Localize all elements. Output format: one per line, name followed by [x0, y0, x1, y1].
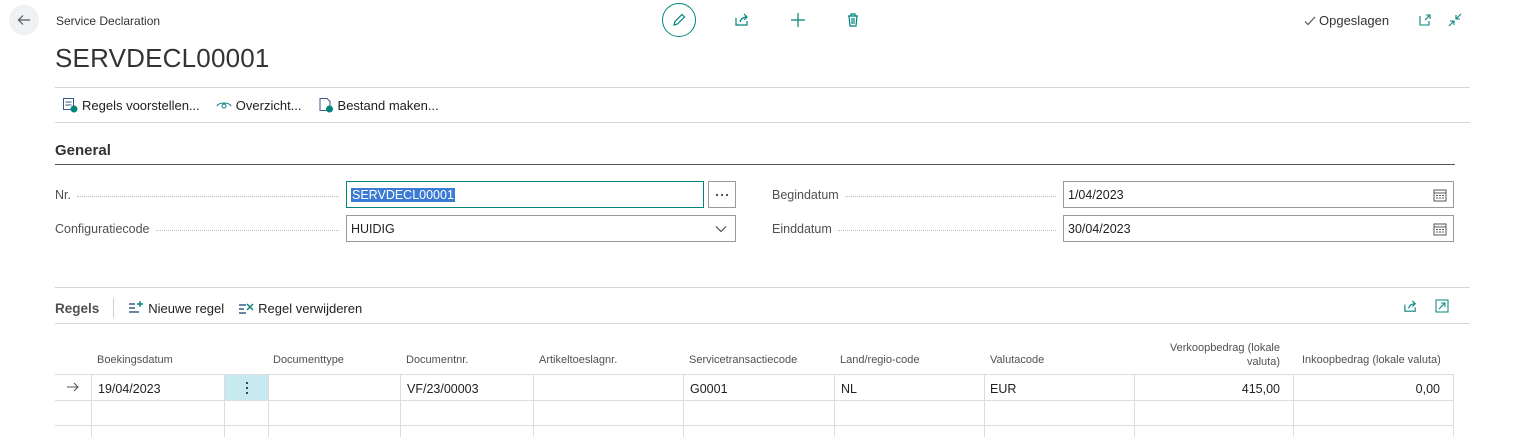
divider	[55, 323, 1470, 324]
nr-label: Nr.	[55, 188, 345, 202]
configuratiecode-select[interactable]: HUIDIG	[346, 215, 736, 242]
more-vertical-icon	[245, 381, 248, 394]
trash-icon	[848, 13, 858, 27]
cell-inkoopbedrag[interactable]: 0,00	[1300, 382, 1440, 396]
col-verkoopbedrag[interactable]: Verkoopbedrag (lokale valuta)	[1150, 341, 1280, 369]
lines-toolbar: Regels Nieuwe regel Regel verwijderen	[55, 298, 362, 318]
overview-label: Overzicht...	[235, 97, 302, 113]
open-in-new-icon	[1419, 14, 1431, 26]
delete-line-icon	[239, 303, 254, 314]
begindatum-value: 1/04/2023	[1068, 187, 1124, 202]
lines-expand-button[interactable]	[1434, 298, 1450, 314]
configuratiecode-label: Configuratiecode	[55, 222, 345, 236]
begindatum-input[interactable]: 1/04/2023	[1063, 181, 1454, 208]
divider	[55, 87, 1470, 88]
saved-status: Opgeslagen	[1303, 13, 1389, 28]
nr-assist-button[interactable]	[708, 181, 736, 208]
open-new-window-button[interactable]	[1417, 12, 1433, 28]
col-boekingsdatum[interactable]: Boekingsdatum	[97, 354, 173, 366]
col-landregio[interactable]: Land/regio-code	[840, 354, 920, 366]
delete-line-label: Regel verwijderen	[258, 300, 363, 316]
suggest-lines-label: Regels voorstellen...	[82, 97, 200, 113]
share-button[interactable]	[732, 10, 752, 30]
collapse-icon	[1448, 13, 1462, 27]
collapse-button[interactable]	[1447, 12, 1463, 28]
eye-icon	[216, 102, 232, 109]
section-underline	[55, 164, 1455, 165]
window-controls	[1417, 12, 1463, 28]
divider	[55, 122, 1470, 123]
saved-status-label: Opgeslagen	[1319, 13, 1390, 28]
row-actions-button[interactable]	[225, 375, 268, 400]
einddatum-input[interactable]: 30/04/2023	[1063, 215, 1454, 242]
back-button[interactable]	[9, 5, 39, 35]
col-documenttype[interactable]: Documenttype	[273, 354, 344, 366]
suggest-lines-action[interactable]: Regels voorstellen...	[62, 97, 200, 113]
delete-line-action[interactable]: Regel verwijderen	[238, 300, 362, 316]
col-valutacode[interactable]: Valutacode	[990, 354, 1044, 366]
col-documentnr[interactable]: Documentnr.	[406, 354, 468, 366]
pencil-icon	[673, 13, 686, 26]
current-row-arrow-icon	[67, 382, 79, 392]
new-line-icon	[129, 301, 144, 313]
expand-icon	[1435, 299, 1449, 313]
begindatum-label: Begindatum	[772, 188, 1062, 202]
lines-right-tools	[1402, 298, 1450, 314]
col-servicetransactiecode[interactable]: Servicetransactiecode	[689, 354, 797, 366]
calendar-icon[interactable]	[1433, 222, 1447, 236]
create-file-action[interactable]: Bestand maken...	[318, 97, 439, 113]
delete-button[interactable]	[843, 10, 863, 30]
page-caption: Service Declaration	[56, 14, 161, 28]
cell-boekingsdatum[interactable]: 19/04/2023	[98, 382, 161, 396]
cell-servicetransactiecode[interactable]: G0001	[690, 382, 728, 396]
plus-icon	[791, 13, 805, 27]
top-toolbar	[662, 3, 863, 37]
more-ellipsis-icon	[715, 193, 729, 196]
suggest-lines-icon	[63, 98, 78, 113]
lines-title[interactable]: Regels	[55, 301, 99, 316]
cell-verkoopbedrag[interactable]: 415,00	[1140, 382, 1280, 396]
share-icon	[1403, 299, 1416, 312]
einddatum-label: Einddatum	[772, 222, 1062, 236]
cell-landregio[interactable]: NL	[841, 382, 857, 396]
arrow-left-icon	[17, 15, 30, 25]
page-title: SERVDECL00001	[55, 43, 270, 73]
configuratiecode-value: HUIDIG	[351, 221, 395, 236]
new-line-action[interactable]: Nieuwe regel	[128, 300, 224, 316]
new-line-label: Nieuwe regel	[148, 300, 225, 316]
col-inkoopbedrag[interactable]: Inkoopbedrag (lokale valuta)	[1302, 354, 1441, 366]
divider	[55, 287, 1470, 288]
nr-input[interactable]: SERVDECL00001	[346, 181, 704, 208]
chevron-down-icon	[715, 225, 727, 232]
col-artikeltoeslagnr[interactable]: Artikeltoeslagnr.	[539, 354, 617, 366]
general-section-title: General	[55, 142, 111, 159]
cell-documentnr[interactable]: VF/23/00003	[407, 382, 479, 396]
edit-button[interactable]	[662, 3, 696, 37]
overview-action[interactable]: Overzicht...	[216, 97, 302, 113]
nr-value: SERVDECL00001	[351, 187, 455, 202]
create-file-label: Bestand maken...	[337, 97, 439, 113]
action-bar: Regels voorstellen... Overzicht... Besta…	[62, 97, 439, 113]
calendar-icon[interactable]	[1433, 188, 1447, 202]
lines-share-button[interactable]	[1402, 298, 1418, 314]
checkmark-icon	[1304, 16, 1316, 25]
cell-valutacode[interactable]: EUR	[990, 382, 1016, 396]
new-button[interactable]	[788, 10, 808, 30]
create-file-icon	[319, 98, 333, 113]
einddatum-value: 30/04/2023	[1068, 221, 1131, 236]
share-icon	[735, 13, 748, 26]
